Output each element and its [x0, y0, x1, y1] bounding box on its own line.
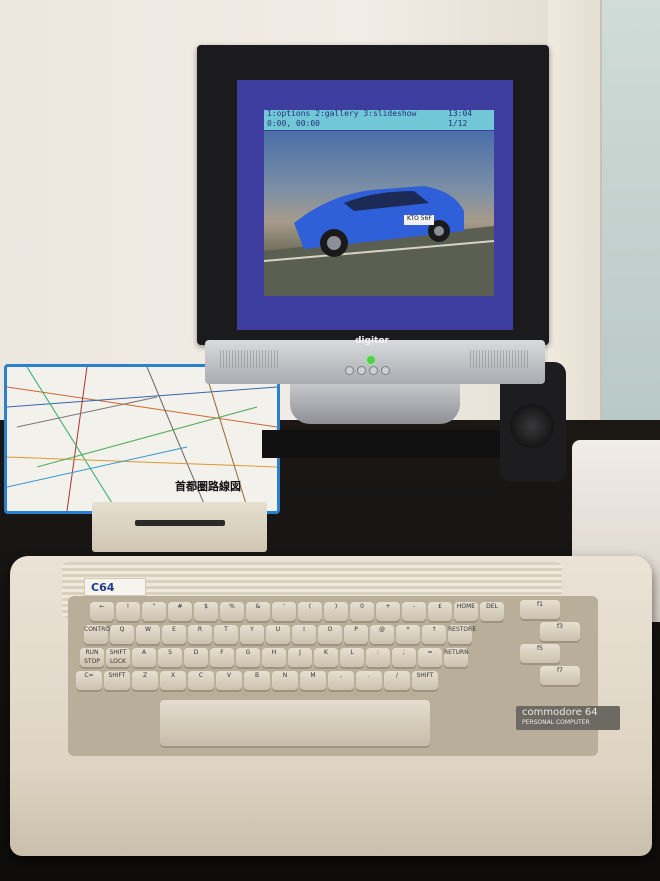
key[interactable]: R — [188, 625, 212, 644]
key[interactable]: ! — [116, 602, 140, 621]
key[interactable]: RUN STOP — [80, 648, 104, 667]
key[interactable]: D — [184, 648, 208, 667]
function-key[interactable]: f3 — [540, 622, 580, 641]
key[interactable]: SHIFT — [412, 671, 438, 690]
key[interactable]: ( — [298, 602, 322, 621]
key[interactable]: . — [356, 671, 382, 690]
key[interactable]: ↑ — [422, 625, 446, 644]
status-page: 1/12 — [448, 119, 468, 128]
c64-badge-subtitle: PERSONAL COMPUTER — [522, 719, 590, 726]
key[interactable]: M — [300, 671, 326, 690]
key[interactable]: , — [328, 671, 354, 690]
car-plate: KTO 56F — [407, 215, 432, 222]
key[interactable]: G — [236, 648, 260, 667]
c64-badge-title: commodore 64 — [522, 707, 598, 718]
key[interactable]: % — [220, 602, 244, 621]
car-photo — [264, 131, 494, 296]
key[interactable]: P — [344, 625, 368, 644]
c64-logo: C64 — [84, 578, 146, 596]
key[interactable]: B — [244, 671, 270, 690]
key[interactable]: I — [292, 625, 316, 644]
key[interactable]: * — [396, 625, 420, 644]
key[interactable]: X — [160, 671, 186, 690]
key[interactable]: C — [188, 671, 214, 690]
key[interactable]: & — [246, 602, 270, 621]
key[interactable]: W — [136, 625, 160, 644]
glass-partition — [600, 0, 660, 440]
function-key[interactable]: f1 — [520, 600, 560, 619]
key[interactable]: L — [340, 648, 364, 667]
monitor-brand: digitor — [355, 336, 389, 346]
key[interactable]: C= — [76, 671, 102, 690]
car-illustration — [264, 186, 494, 296]
key[interactable]: $ — [194, 602, 218, 621]
speaker-woofer — [510, 404, 554, 448]
key[interactable]: @ — [370, 625, 394, 644]
key[interactable]: F — [210, 648, 234, 667]
c64-badge: commodore 64 PERSONAL COMPUTER — [516, 706, 620, 730]
function-key[interactable]: f5 — [520, 644, 560, 663]
monitor-button-3[interactable] — [369, 366, 378, 375]
key[interactable]: K — [314, 648, 338, 667]
key[interactable]: A — [132, 648, 156, 667]
disk-drive — [92, 502, 267, 552]
key[interactable]: / — [384, 671, 410, 690]
monitor-button-1[interactable] — [345, 366, 354, 375]
monitor-button-4[interactable] — [381, 366, 390, 375]
status-text-line1: 1:options 2:gallery 3:slideshow — [267, 109, 417, 118]
status-text-line2: 0:00, 00:00 — [267, 119, 320, 128]
key[interactable]: V — [216, 671, 242, 690]
key[interactable]: Y — [240, 625, 264, 644]
monitor-grille-right — [470, 350, 530, 368]
key[interactable]: DEL — [480, 602, 504, 621]
key[interactable]: U — [266, 625, 290, 644]
key[interactable]: = — [418, 648, 442, 667]
key[interactable]: Q — [110, 625, 134, 644]
key[interactable]: N — [272, 671, 298, 690]
key[interactable]: RESTORE — [448, 625, 476, 644]
key[interactable]: # — [168, 602, 192, 621]
key[interactable]: J — [288, 648, 312, 667]
key[interactable]: : — [366, 648, 390, 667]
key[interactable]: S — [158, 648, 182, 667]
key[interactable]: SHIFT — [104, 671, 130, 690]
key[interactable]: £ — [428, 602, 452, 621]
status-time: 13:04 — [448, 109, 473, 118]
key[interactable]: + — [376, 602, 400, 621]
key[interactable]: Z — [132, 671, 158, 690]
key[interactable]: H — [262, 648, 286, 667]
function-key[interactable]: f7 — [540, 666, 580, 685]
key[interactable]: ← — [90, 602, 114, 621]
key[interactable]: RETURN — [444, 648, 469, 667]
monitor-button-2[interactable] — [357, 366, 366, 375]
key[interactable]: O — [318, 625, 342, 644]
key[interactable]: " — [142, 602, 166, 621]
key[interactable]: E — [162, 625, 186, 644]
key[interactable]: ) — [324, 602, 348, 621]
key[interactable]: CONTROL — [84, 625, 113, 644]
key[interactable]: - — [402, 602, 426, 621]
key[interactable]: SHIFT LOCK — [106, 648, 130, 667]
key[interactable]: ' — [272, 602, 296, 621]
key[interactable]: 0 — [350, 602, 374, 621]
power-led — [367, 356, 375, 364]
disk-drive-slot — [135, 520, 225, 526]
key[interactable]: HOME — [454, 602, 478, 621]
spacebar[interactable] — [160, 700, 430, 746]
key[interactable]: ; — [392, 648, 416, 667]
monitor-grille-left — [220, 350, 280, 368]
map-title: 首都圏路線図 — [175, 480, 241, 493]
monitor-stand — [290, 384, 460, 424]
key[interactable]: T — [214, 625, 238, 644]
